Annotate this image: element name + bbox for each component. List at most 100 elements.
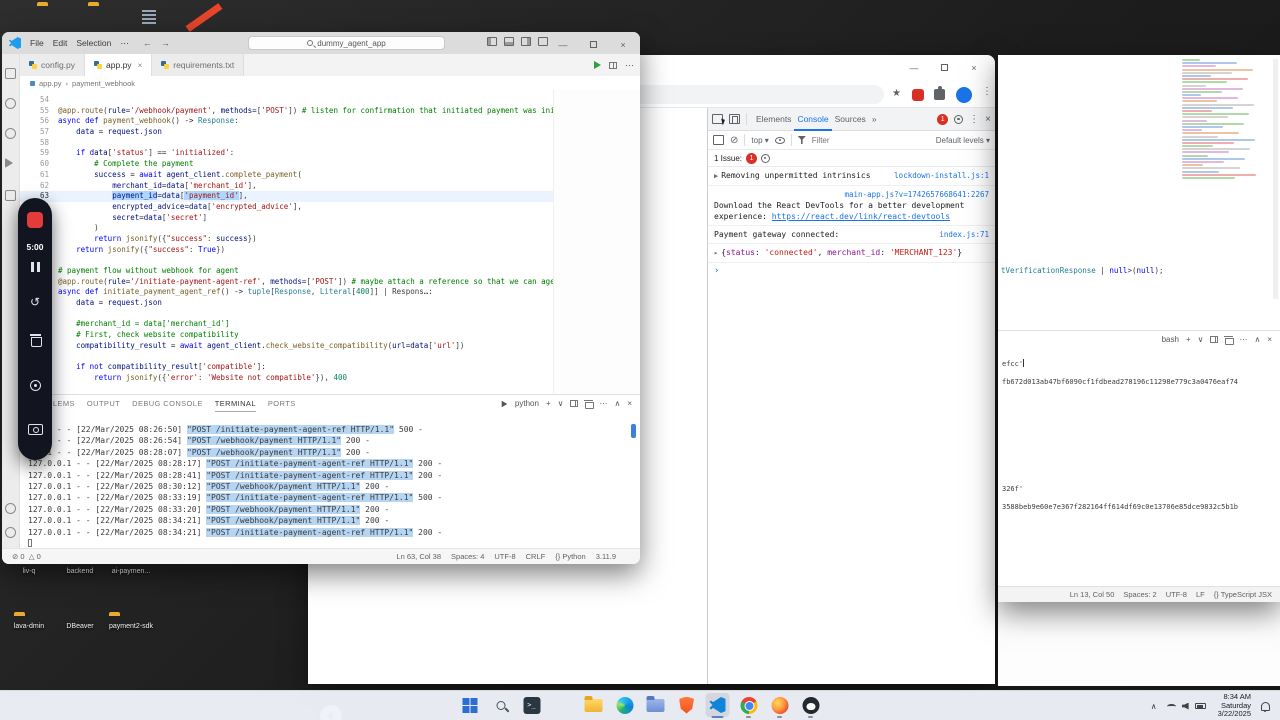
console-source-link[interactable]: lockdown-install.js:1 — [894, 170, 989, 181]
devtools-tab-sources[interactable]: Sources — [832, 108, 869, 131]
chrome-menu-icon[interactable]: ⋮ — [982, 86, 992, 97]
terminal-output[interactable]: efcc'fb672d013ab47bf6090cf1fdbead278196c… — [998, 348, 1280, 586]
code-line[interactable]: 76 # First, check website compatibility — [20, 330, 553, 341]
status-cursor[interactable]: Ln 63, Col 38 — [396, 552, 441, 561]
code-line[interactable]: 73 data = request.json — [20, 298, 553, 309]
taskbar-icon-vscode[interactable] — [706, 693, 730, 717]
desktop-icon[interactable]: DBeaver — [57, 615, 103, 633]
extension-red-icon[interactable] — [912, 89, 924, 104]
scrollbar[interactable] — [1273, 59, 1278, 299]
battery-icon[interactable] — [1195, 703, 1206, 709]
stop-recording-button[interactable] — [27, 212, 43, 228]
code-line[interactable]: 70# payment flow without webhook for age… — [20, 266, 553, 277]
code-editor[interactable]: 5455@app.route(rule='/webhook/payment', … — [20, 90, 640, 394]
menu-file[interactable]: File — [30, 38, 44, 49]
context-selector[interactable]: top ▾ — [751, 136, 768, 145]
menu-edit[interactable]: Edit — [53, 38, 68, 49]
code-line[interactable]: 65 secret=data['secret'] — [20, 213, 553, 224]
console-message[interactable]: ▸{status: 'connected', merchant_id: 'MER… — [708, 244, 995, 263]
taskbar-icon-folder-blue[interactable] — [644, 693, 668, 717]
console-filter-input[interactable] — [812, 136, 882, 145]
code-line[interactable]: 74 — [20, 309, 553, 320]
code-line[interactable]: 68 return jsonify({"success": True}) — [20, 245, 553, 256]
tab-close-icon[interactable]: × — [138, 61, 143, 70]
menu-selection[interactable]: Selection — [76, 38, 111, 49]
device-toolbar-icon[interactable] — [729, 114, 740, 124]
toggle-panel-icon[interactable] — [504, 37, 514, 46]
issues-bar[interactable]: 1 Issue: 1 — [708, 150, 995, 167]
panel-close-icon[interactable]: × — [1267, 335, 1272, 344]
maximize-button[interactable] — [929, 63, 959, 73]
panel-tab-terminal[interactable]: TERMINAL — [215, 395, 256, 413]
live-expression-icon[interactable] — [775, 137, 785, 144]
status-cursor[interactable]: Ln 13, Col 50 — [1070, 590, 1115, 599]
terminal-profile-label[interactable]: python — [515, 399, 539, 408]
extensions-puzzle-icon[interactable] — [934, 89, 945, 103]
status-spaces[interactable]: Spaces: 4 — [451, 552, 484, 561]
bookmark-star-icon[interactable]: ★ — [892, 88, 901, 99]
devtools-tab-elements[interactable]: Elements — [753, 108, 794, 131]
close-button[interactable]: × — [608, 40, 638, 50]
account-icon[interactable] — [5, 503, 16, 514]
clock[interactable]: 8:34 AM Saturday 3/22/2025 — [1218, 693, 1251, 719]
run-file-icon[interactable] — [594, 61, 601, 69]
code-line[interactable]: 63 payment_id=data['payment_id'], — [20, 191, 553, 202]
console-source-link[interactable]: index.js:71 — [939, 229, 989, 240]
notifications-bell-icon[interactable] — [1261, 702, 1270, 711]
panel-tab-output[interactable]: OUTPUT — [87, 395, 120, 413]
maximize-button[interactable] — [578, 40, 608, 50]
code-line[interactable]: 58 — [20, 138, 553, 149]
customize-layout-icon[interactable] — [538, 37, 548, 46]
desktop-icon[interactable]: lava-dmin — [6, 615, 52, 633]
taskbar-icon-firefox[interactable] — [768, 693, 792, 717]
code-line[interactable]: 57 data = request.json — [20, 127, 553, 138]
kill-terminal-icon[interactable] — [1225, 336, 1232, 344]
issues-settings-icon[interactable] — [761, 154, 770, 163]
panel-more-icon[interactable]: ⋯ — [599, 399, 607, 408]
code-line[interactable]: 71@app.route(rule='/initiate-payment-age… — [20, 277, 553, 288]
cursor-highlight-icon[interactable] — [30, 380, 41, 391]
code-line[interactable]: 66 ) — [20, 223, 553, 234]
status-spaces[interactable]: Spaces: 2 — [1123, 590, 1156, 599]
terminal-scrollbar[interactable] — [631, 424, 636, 438]
devtools-tab-more[interactable]: » — [869, 108, 880, 131]
new-terminal-icon[interactable]: + — [1186, 335, 1191, 344]
devtools-close-icon[interactable]: × — [985, 114, 991, 125]
taskbar-icon-file-explorer[interactable] — [551, 693, 575, 717]
terminal[interactable]: 0.0.1 - - [22/Mar/2025 08:26:50] "POST /… — [20, 412, 640, 548]
code-line[interactable]: 72async def initiate_payment_agent_ref()… — [20, 287, 553, 298]
status-language[interactable]: {} TypeScript JSX — [1214, 590, 1272, 599]
nav-back-icon[interactable]: ← — [143, 38, 152, 48]
code-line[interactable]: 75 #merchant_id = data['merchant_id'] — [20, 319, 553, 330]
tab-requirements.txt[interactable]: requirements.txt — [152, 54, 244, 76]
panel-maximize-icon[interactable]: ∧ — [614, 399, 620, 408]
code-line[interactable]: tVerificationResponse | null>(null); — [1001, 266, 1164, 275]
console-prompt[interactable]: › — [708, 263, 995, 279]
restart-recording-icon[interactable]: ↺ — [30, 296, 40, 308]
console-sidebar-icon[interactable] — [713, 135, 724, 145]
explorer-icon[interactable] — [5, 68, 16, 79]
webcam-icon[interactable] — [28, 424, 43, 435]
close-button[interactable]: × — [959, 63, 989, 73]
status-python-version[interactable]: 3.11.9 — [596, 552, 616, 561]
kill-terminal-icon[interactable] — [585, 400, 592, 408]
split-terminal-icon[interactable] — [570, 400, 578, 407]
code-line[interactable]: 78 — [20, 352, 553, 363]
minimize-button[interactable]: — — [899, 63, 929, 73]
taskbar-icon-search[interactable] — [489, 693, 513, 717]
status-problems[interactable]: ⊘ 0 △ 0 — [12, 552, 41, 561]
split-terminal-icon[interactable] — [1210, 336, 1218, 343]
code-line[interactable]: 55@app.route(rule='/webhook/payment', me… — [20, 106, 553, 117]
editor-more-icon[interactable]: ⋯ — [625, 60, 634, 71]
taskbar-icon-github[interactable] — [799, 693, 823, 717]
taskbar-icon-edge[interactable] — [613, 693, 637, 717]
taskbar-icon-start[interactable] — [458, 693, 482, 717]
terminal-dropdown-icon[interactable]: ∨ — [558, 399, 564, 408]
tab-config.py[interactable]: config.py — [20, 54, 85, 76]
minimize-button[interactable]: — — [548, 40, 578, 50]
discard-recording-icon[interactable] — [31, 334, 40, 345]
panel-more-icon[interactable]: ⋯ — [1239, 335, 1247, 344]
panel-tab-debug-console[interactable]: DEBUG CONSOLE — [132, 395, 203, 413]
settings-gear-icon[interactable] — [5, 527, 16, 538]
devtools-tab-console[interactable]: Console — [794, 108, 831, 131]
